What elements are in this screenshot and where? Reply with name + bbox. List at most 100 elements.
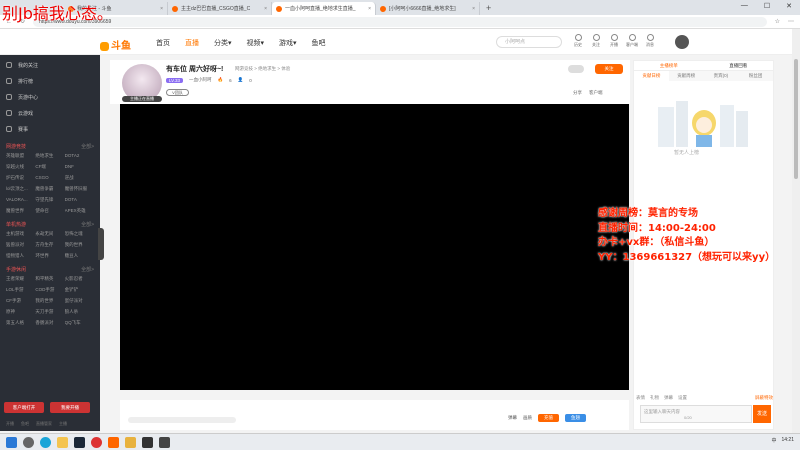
sidebar-category-link[interactable]: DOTA: [65, 196, 94, 204]
video-player[interactable]: [120, 104, 629, 390]
sidebar-category-link[interactable]: 使命召: [35, 207, 64, 215]
sidebar-category-link[interactable]: 主机游戏: [6, 230, 35, 238]
danmu-setting[interactable]: 弹幕: [508, 415, 517, 421]
sidebar-category-link[interactable]: 永劫无间: [35, 230, 64, 238]
sidebar-category-link[interactable]: LOL手游: [6, 286, 35, 294]
tab-daily[interactable]: 贡献日榜: [634, 71, 669, 81]
sidebar-category-link[interactable]: 方舟生存: [35, 241, 64, 249]
sidebar-category-link[interactable]: 炉石传说: [6, 174, 35, 182]
sidebar-category-link[interactable]: DNF: [65, 163, 94, 171]
start-stream-button[interactable]: 开播: [608, 34, 620, 48]
sidebar-category-link[interactable]: 英雄联盟: [6, 152, 35, 160]
app-icon[interactable]: [142, 436, 153, 448]
recharge-button[interactable]: 充值: [538, 414, 559, 422]
sidebar-category-link[interactable]: CSGO: [35, 174, 64, 182]
block-effects-toggle[interactable]: 屏蔽特效: [755, 395, 773, 401]
sidebar-category-link[interactable]: 穿越火线: [6, 163, 35, 171]
breadcrumb[interactable]: 网游竞技 > 绝地求生 > 体验: [235, 66, 290, 72]
sidebar-category-link[interactable]: 糖豆人: [65, 252, 94, 260]
steam-icon[interactable]: [74, 436, 85, 448]
fishfin-button[interactable]: 鱼翅: [565, 414, 586, 422]
sidebar-category-link[interactable]: CF手游: [6, 297, 35, 305]
douyu-icon[interactable]: [108, 436, 119, 448]
streamer-avatar[interactable]: 主播正在直播: [122, 64, 162, 102]
sidebar-item-follow[interactable]: 我的关注: [0, 57, 100, 73]
section-more-link[interactable]: 全部>: [81, 221, 94, 228]
browser-tab-active[interactable]: 一血小阿呵直播_绝地求生直播_ ×: [272, 2, 376, 15]
go-live-button[interactable]: 我要开播: [50, 402, 90, 413]
sidebar-category-link[interactable]: 怪物猎人: [6, 252, 35, 260]
sidebar-category-link[interactable]: 守望先锋: [35, 196, 64, 204]
sidebar-category-link[interactable]: QQ飞车: [65, 319, 94, 327]
sidebar-category-link[interactable]: 环世界: [35, 252, 64, 260]
sidebar-category-link[interactable]: 原神: [6, 308, 35, 316]
sidebar-category-link[interactable]: 天刀手游: [35, 308, 64, 316]
sidebar-category-link[interactable]: 王者荣耀: [6, 275, 35, 283]
nav-video[interactable]: 视频▾: [247, 38, 265, 48]
sidebar-item-rank[interactable]: 排行榜: [0, 73, 100, 89]
sidebar-category-link[interactable]: lol云顶之...: [6, 185, 35, 193]
client-button[interactable]: 客户端: [626, 34, 638, 48]
nav-yuba[interactable]: 鱼吧: [312, 38, 326, 48]
nav-games[interactable]: 游戏▾: [279, 38, 297, 48]
sidebar-category-link[interactable]: APEX英雄: [65, 207, 94, 215]
explorer-icon[interactable]: [57, 436, 68, 448]
sidebar-category-link[interactable]: CF端: [35, 163, 64, 171]
sidebar-category-link[interactable]: 魔兽怀旧服: [65, 185, 94, 193]
clock[interactable]: 14:21: [781, 437, 794, 444]
sidebar-category-link[interactable]: 蛋仔派对: [65, 297, 94, 305]
sidebar-category-link[interactable]: 狼人杀: [65, 308, 94, 316]
minimize-icon[interactable]: —: [741, 2, 748, 10]
follow-list-button[interactable]: 关注: [590, 34, 602, 48]
sidebar-category-link[interactable]: 魔兽争霸: [35, 185, 64, 193]
quality-setting[interactable]: 画质: [523, 415, 532, 421]
sidebar-category-link[interactable]: 我的世界: [65, 241, 94, 249]
sidebar-item-esports[interactable]: 赛事: [0, 121, 100, 137]
sidebar-category-link[interactable]: 和平精英: [35, 275, 64, 283]
share-button[interactable]: 分享: [573, 90, 582, 96]
emoji-icon[interactable]: 表情: [636, 395, 645, 401]
gift-icon[interactable]: 礼物: [650, 395, 659, 401]
close-icon[interactable]: ×: [368, 6, 371, 12]
search-icon[interactable]: [23, 436, 34, 448]
client-watch-button[interactable]: 客户端: [589, 90, 603, 96]
nav-live[interactable]: 直播: [185, 38, 199, 48]
folder-icon[interactable]: [125, 436, 136, 448]
new-tab-button[interactable]: +: [486, 3, 491, 13]
history-button[interactable]: 历史: [572, 34, 584, 48]
streamer-name[interactable]: 一血小阿呵: [189, 77, 212, 83]
tab-fans[interactable]: 粉丝团: [738, 71, 773, 81]
browser-tab[interactable]: [小阿呵小6666直播_绝地求生] ×: [376, 2, 480, 15]
sidebar-item-webgames[interactable]: 页游中心: [0, 89, 100, 105]
tab-anchor-rank[interactable]: 主播榜单: [634, 61, 704, 70]
close-icon[interactable]: ×: [264, 6, 267, 12]
sidebar-item-cloud[interactable]: 云游戏: [0, 105, 100, 121]
section-more-link[interactable]: 全部>: [81, 143, 94, 150]
sidebar-category-link[interactable]: 恐怖之魂: [65, 230, 94, 238]
sidebar-category-link[interactable]: DOTA2: [65, 152, 94, 160]
page-scrollbar[interactable]: [792, 29, 800, 433]
open-client-button[interactable]: 客户端打开: [4, 402, 44, 413]
tab-vip[interactable]: 贵宾(0): [704, 71, 739, 81]
ime-indicator[interactable]: 中: [771, 437, 776, 444]
maximize-icon[interactable]: ☐: [764, 2, 770, 10]
close-icon[interactable]: ×: [160, 6, 163, 12]
url-field[interactable]: https://www.douyu.com/3906659: [33, 16, 767, 27]
extensions-icon[interactable]: ☆: [775, 18, 780, 25]
footer-link[interactable]: 鱼吧: [21, 421, 29, 427]
douyu-logo[interactable]: 斗鱼: [100, 37, 131, 52]
nav-category[interactable]: 分类▾: [214, 38, 232, 48]
menu-icon[interactable]: ⋯: [788, 18, 794, 25]
tab-weekly[interactable]: 贡献周榜: [669, 71, 704, 81]
sidebar-category-link[interactable]: 绝地求生: [35, 152, 64, 160]
section-more-link[interactable]: 全部>: [81, 266, 94, 273]
sidebar-category-link[interactable]: VALORA...: [6, 196, 35, 204]
follow-button[interactable]: 关注: [595, 64, 623, 74]
edge-icon[interactable]: [40, 436, 51, 448]
close-window-icon[interactable]: ✕: [786, 2, 792, 10]
gear-icon[interactable]: 设置: [678, 395, 687, 401]
sidebar-category-link[interactable]: 我的世界: [35, 297, 64, 305]
sidebar-category-link[interactable]: 香肠派对: [35, 319, 64, 327]
sidebar-category-link[interactable]: 逆战: [65, 174, 94, 182]
footer-link[interactable]: 开播: [6, 421, 14, 427]
